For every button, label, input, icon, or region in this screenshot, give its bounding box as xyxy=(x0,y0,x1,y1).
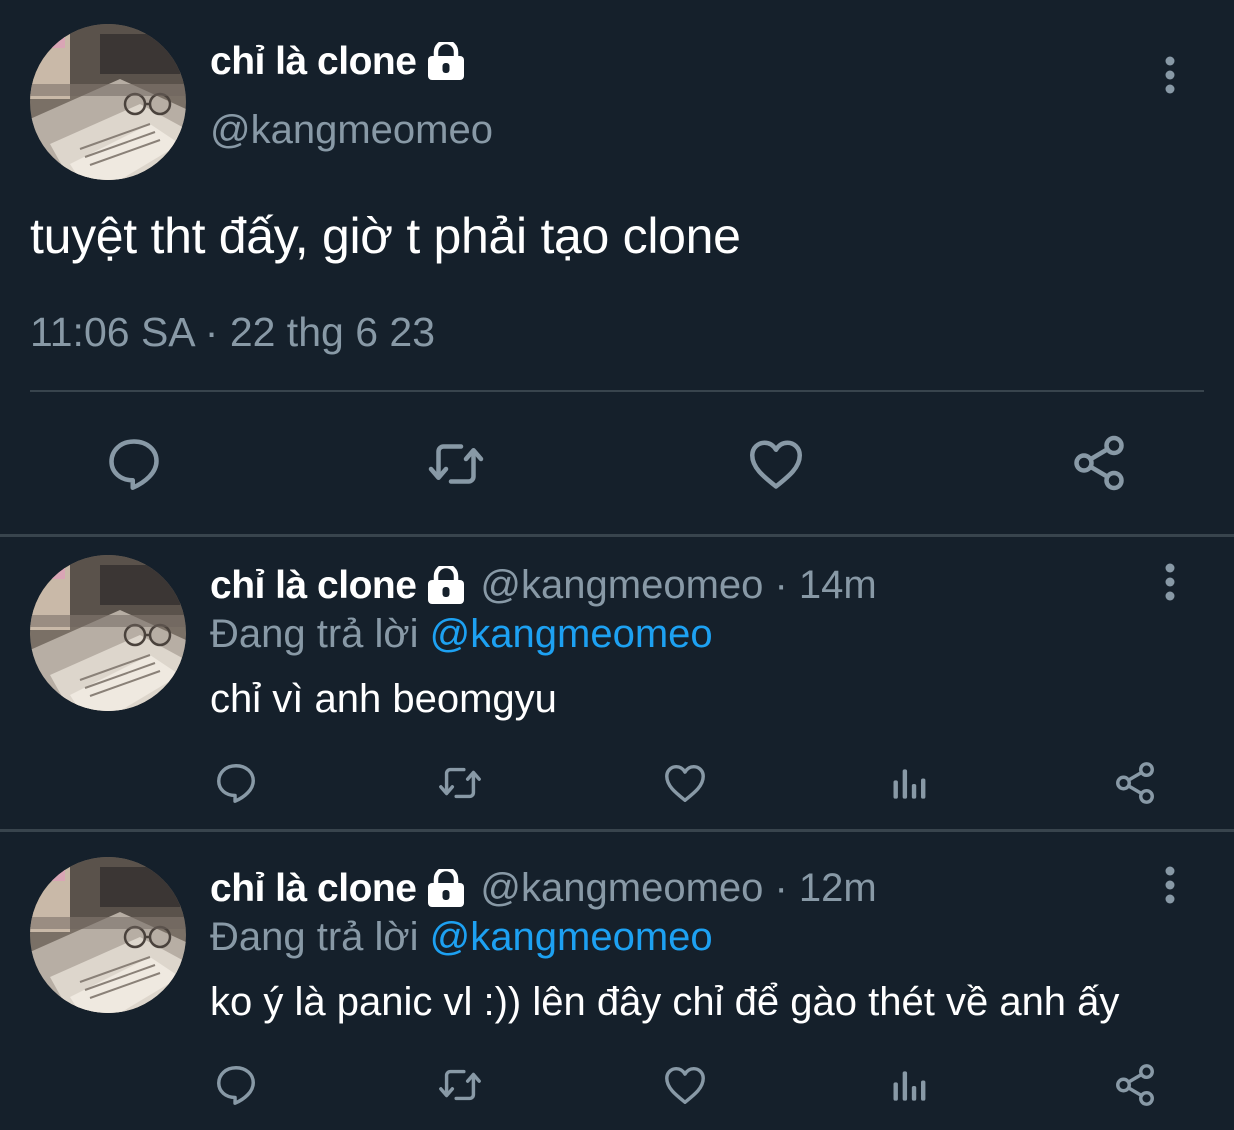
more-options-icon[interactable] xyxy=(1164,562,1176,602)
lock-icon xyxy=(426,42,466,82)
share-icon[interactable] xyxy=(1112,1062,1158,1108)
avatar[interactable] xyxy=(30,555,186,711)
lock-icon xyxy=(426,869,466,909)
share-icon[interactable] xyxy=(1112,760,1158,806)
reply-handle-time[interactable]: @kangmeomeo · 12m xyxy=(480,866,876,911)
divider xyxy=(30,390,1204,392)
mention-link[interactable]: @kangmeomeo xyxy=(430,612,713,656)
author-display-name[interactable]: chỉ là clone xyxy=(210,40,466,84)
divider xyxy=(0,534,1234,537)
author-handle[interactable]: @kangmeomeo xyxy=(210,108,493,153)
lock-icon xyxy=(426,566,466,606)
tweet-timestamp[interactable]: 11:06 SA · 22 thg 6 23 xyxy=(30,309,435,356)
reply-display-name[interactable]: chỉ là clone xyxy=(210,867,417,911)
replying-to: Đang trả lời @kangmeomeo xyxy=(210,915,713,960)
retweet-icon[interactable] xyxy=(435,1062,485,1108)
like-icon[interactable] xyxy=(661,760,709,806)
like-icon[interactable] xyxy=(745,434,807,494)
share-icon[interactable] xyxy=(1069,433,1129,493)
avatar[interactable] xyxy=(30,24,186,180)
reply-header: chỉ là clone @kangmeomeo · 12m xyxy=(210,866,877,911)
reply-handle-time[interactable]: @kangmeomeo · 14m xyxy=(480,563,876,608)
like-icon[interactable] xyxy=(661,1062,709,1108)
tweet-text: tuyệt tht đấy, giờ t phải tạo clone xyxy=(30,208,741,264)
reply-display-name[interactable]: chỉ là clone xyxy=(210,564,417,608)
avatar[interactable] xyxy=(30,857,186,1013)
retweet-icon[interactable] xyxy=(435,760,485,806)
retweet-icon[interactable] xyxy=(424,434,488,494)
replying-to: Đang trả lời @kangmeomeo xyxy=(210,612,713,657)
replying-to-prefix: Đang trả lời xyxy=(210,612,419,656)
reply-icon[interactable] xyxy=(213,1062,259,1108)
replying-to-prefix: Đang trả lời xyxy=(210,915,419,959)
reply-text: chỉ vì anh beomgyu xyxy=(210,677,557,721)
display-name-text: chỉ là clone xyxy=(210,40,417,83)
reply-header: chỉ là clone @kangmeomeo · 14m xyxy=(210,563,877,608)
reply-icon[interactable] xyxy=(213,760,259,806)
more-options-icon[interactable] xyxy=(1164,865,1176,905)
divider xyxy=(0,829,1234,832)
more-options-icon[interactable] xyxy=(1164,55,1176,95)
analytics-icon[interactable] xyxy=(888,762,932,806)
analytics-icon[interactable] xyxy=(888,1064,932,1108)
reply-icon[interactable] xyxy=(104,434,164,494)
reply-text: ko ý là panic vl :)) lên đây chỉ để gào … xyxy=(210,980,1120,1024)
mention-link[interactable]: @kangmeomeo xyxy=(430,915,713,959)
